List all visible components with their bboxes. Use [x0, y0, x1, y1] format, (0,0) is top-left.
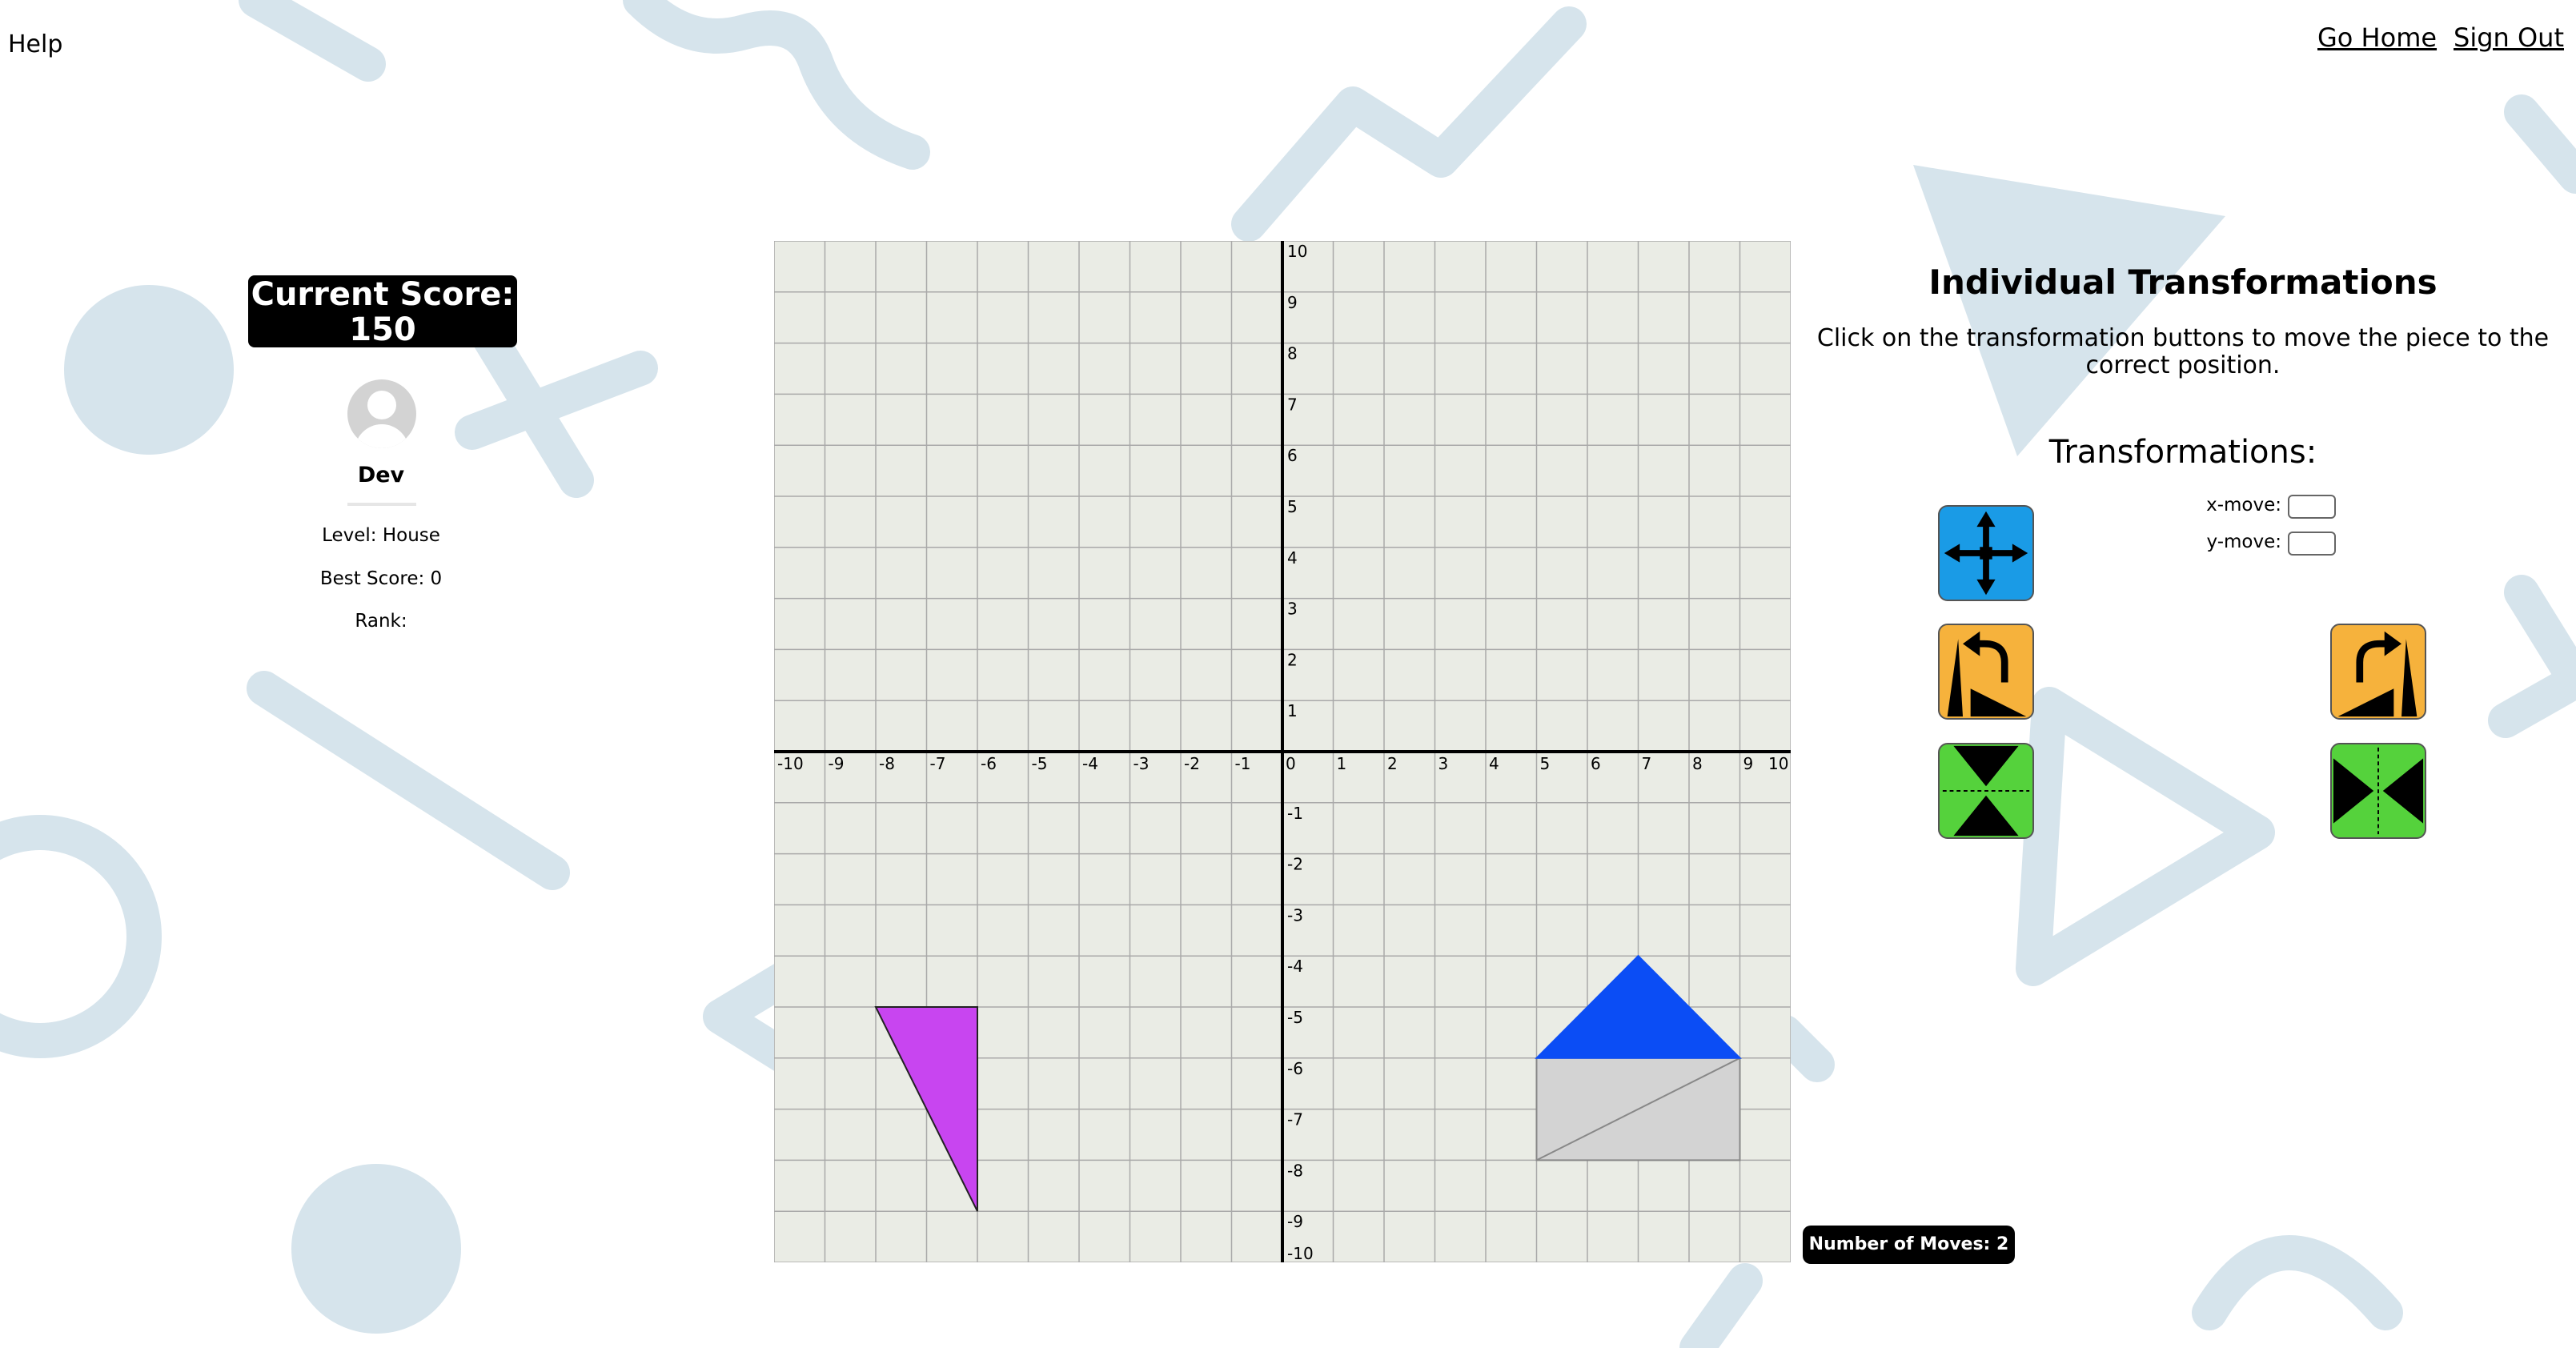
x-tick-label: 6	[1591, 754, 1601, 773]
reflect-over-y-axis-button[interactable]	[2330, 743, 2426, 839]
transformations-heading: Transformations:	[2048, 434, 2317, 471]
y-tick-label: -4	[1287, 957, 1303, 976]
y-tick-label: 1	[1287, 701, 1298, 720]
rank-text: Rank:	[355, 611, 407, 632]
y-tick-label: 3	[1287, 600, 1298, 619]
best-score-text: Best Score: 0	[319, 568, 443, 589]
panel-title: Individual Transformations	[1928, 263, 2438, 302]
avatar-body-icon	[355, 424, 409, 448]
x-tick-label: 3	[1438, 754, 1449, 773]
x-tick-label: -1	[1235, 754, 1251, 773]
rotate-counterclockwise-button[interactable]	[1938, 624, 2034, 720]
panel-description: Click on the transformation buttons to m…	[1816, 324, 2550, 379]
x-tick-label: -7	[930, 754, 946, 773]
y-tick-label: -1	[1287, 804, 1303, 823]
rotate-clockwise-button[interactable]	[2330, 624, 2426, 720]
y-tick-label: -5	[1287, 1008, 1303, 1027]
rotate-right-icon	[2337, 631, 2418, 717]
help-link[interactable]: Help	[8, 30, 62, 58]
current-score-label: Current Score:	[251, 276, 515, 313]
x-tick-label: -4	[1082, 754, 1098, 773]
y-tick-label: -9	[1287, 1212, 1303, 1231]
x-move-input[interactable]	[2288, 495, 2336, 519]
y-tick-label: -7	[1287, 1110, 1303, 1129]
level-text: Level: House	[322, 525, 440, 546]
coordinate-grid[interactable]: -10 -9 -8 -7 -6 -5 -4 -3 -2 -1 0 1 2 3 4 5 6 7 8 9 101098765…	[774, 241, 1791, 1262]
move-arrows-icon	[1944, 511, 2028, 596]
x-tick-label: 1	[1337, 754, 1347, 773]
x-tick-label: 8	[1692, 754, 1703, 773]
y-tick-label: 8	[1287, 344, 1298, 363]
y-tick-label: 2	[1287, 650, 1298, 669]
y-move-label: y-move:	[2206, 532, 2282, 552]
y-tick-label: 4	[1287, 548, 1298, 568]
x-tick-label: 10	[1768, 754, 1788, 773]
x-tick-label: -2	[1184, 754, 1200, 773]
y-tick-label: 6	[1287, 446, 1298, 465]
avatar	[347, 379, 416, 448]
y-tick-label: -8	[1287, 1161, 1303, 1180]
x-tick-label: -9	[829, 754, 845, 773]
x-tick-label: -3	[1134, 754, 1150, 773]
moves-counter: Number of Moves: 2	[1803, 1226, 2015, 1264]
y-move-input[interactable]	[2288, 532, 2336, 556]
x-move-label: x-move:	[2206, 495, 2281, 516]
y-tick-label: 7	[1287, 395, 1298, 414]
y-tick-label: -10	[1287, 1244, 1314, 1262]
x-tick-label: 9	[1743, 754, 1754, 773]
x-tick-label: -8	[879, 754, 895, 773]
y-tick-label: 10	[1287, 242, 1307, 261]
current-score-box: Current Score: 150	[248, 275, 517, 347]
x-tick-label: 2	[1387, 754, 1398, 773]
y-tick-label: -2	[1287, 855, 1303, 874]
x-tick-label: 4	[1489, 754, 1499, 773]
avatar-head-icon	[367, 391, 396, 419]
divider	[347, 503, 416, 506]
y-tick-label: 9	[1287, 293, 1298, 312]
reflect-over-x-axis-button[interactable]	[1938, 743, 2034, 839]
player-name: Dev	[357, 463, 405, 487]
x-tick-label: -10	[777, 754, 804, 773]
sign-out-link[interactable]: Sign Out	[2454, 22, 2564, 53]
go-home-link[interactable]: Go Home	[2317, 22, 2437, 53]
translate-button[interactable]	[1938, 505, 2034, 601]
y-tick-label: -3	[1287, 905, 1303, 925]
x-tick-label: 0	[1286, 754, 1296, 773]
rotate-left-icon	[1947, 631, 2027, 717]
current-score-value: 150	[349, 311, 416, 348]
x-tick-label: -5	[1032, 754, 1048, 773]
x-tick-label: -6	[981, 754, 997, 773]
x-tick-label: 5	[1540, 754, 1551, 773]
reflect-vertical-axis-icon	[2333, 747, 2424, 835]
x-tick-label: 7	[1642, 754, 1652, 773]
reflect-horizontal-axis-icon	[1942, 745, 2030, 836]
y-tick-label: -6	[1287, 1059, 1303, 1078]
y-tick-label: 5	[1287, 497, 1298, 516]
